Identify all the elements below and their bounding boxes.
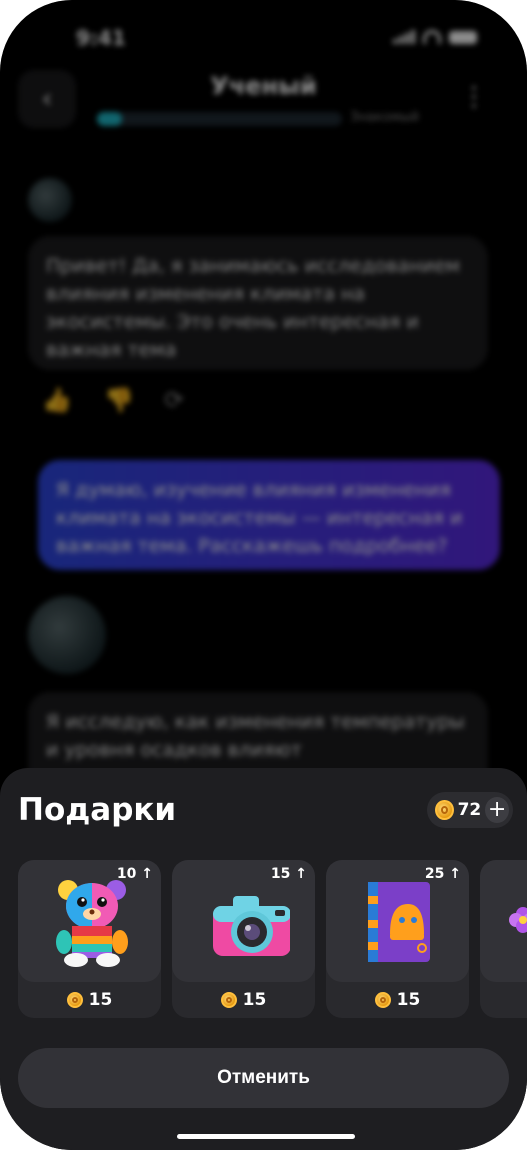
gifts-sheet: Подарки 72 + 10 ↑ 15 15 ↑ 15 25 ↑ 15 Отм…	[0, 768, 527, 1150]
coin-icon	[66, 992, 83, 1008]
coin-icon	[435, 800, 454, 820]
teddy-bear-icon	[56, 880, 128, 967]
gift-count: 10 ↑	[116, 866, 153, 882]
gift-price: 15	[18, 990, 161, 1010]
gift-price: 15	[326, 990, 469, 1010]
gift-count: 15 ↑	[270, 866, 307, 882]
coin-icon	[374, 992, 391, 1008]
arrow-up-icon: ↑	[449, 866, 461, 882]
sheet-title: Подарки	[18, 792, 177, 828]
home-indicator	[177, 1134, 355, 1139]
camera-icon	[213, 896, 290, 956]
gift-card-teddy-bear[interactable]: 10 ↑ 15	[18, 860, 161, 1018]
phone-screen: 9:41 ‹ Ученый Знакомый ⋮ Привет! Да, я з…	[0, 0, 527, 1150]
book-icon	[368, 882, 430, 962]
gift-card-book[interactable]: 25 ↑ 15	[326, 860, 469, 1018]
coin-icon	[220, 992, 237, 1008]
gift-card-camera[interactable]: 15 ↑ 15	[172, 860, 315, 1018]
arrow-up-icon: ↑	[141, 866, 153, 882]
gift-price: 15	[172, 990, 315, 1010]
gift-count: 25 ↑	[424, 866, 461, 882]
add-coins-button[interactable]: +	[485, 797, 509, 823]
balance-value: 72	[457, 800, 482, 820]
arrow-up-icon: ↑	[295, 866, 307, 882]
flower-icon	[509, 907, 527, 933]
cancel-button[interactable]: Отменить	[18, 1048, 509, 1108]
coin-balance: 72 +	[427, 792, 513, 828]
gift-card-flower[interactable]	[480, 860, 527, 1018]
